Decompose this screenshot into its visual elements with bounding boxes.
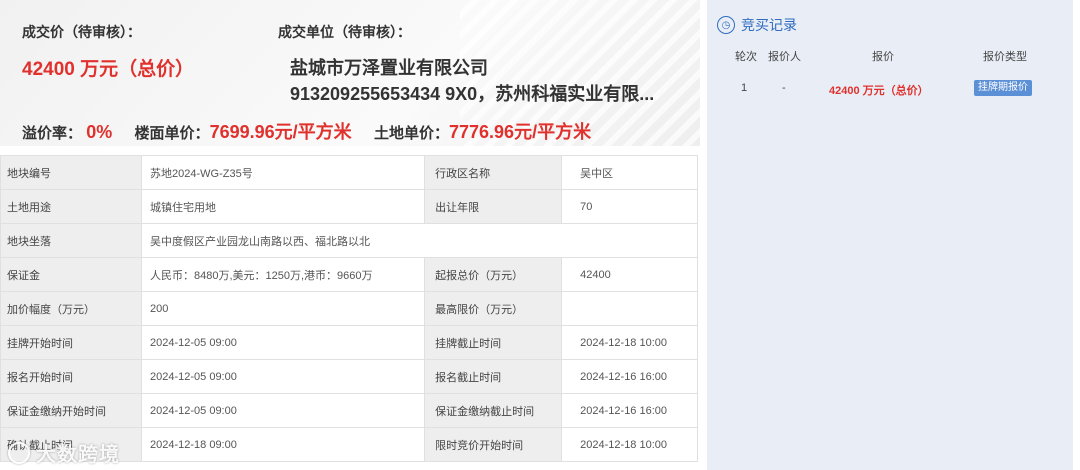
start-price-label: 起报总价（万元） <box>424 257 563 292</box>
start-price-value: 42400 <box>561 257 698 292</box>
bid-records-title-text: 竞买记录 <box>741 17 797 33</box>
floor-price-label: 楼面单价： <box>134 125 210 142</box>
district-value: 吴中区 <box>561 155 698 190</box>
deposit-end-label: 保证金缴纳截止时间 <box>424 393 563 428</box>
premium-rate-value: 0% <box>86 122 113 142</box>
listing-start-label: 挂牌开始时间 <box>0 325 142 360</box>
watermark-logo-icon <box>8 442 30 464</box>
deposit-label: 保证金 <box>0 257 142 292</box>
land-use-value: 城镇住宅用地 <box>140 189 426 224</box>
signup-start-value: 2024-12-05 09:00 <box>140 359 426 394</box>
bid-round: 1 <box>741 82 748 94</box>
premium-rate-label: 溢价率： <box>22 125 83 142</box>
deposit-end-value: 2024-12-16 16:00 <box>561 393 698 428</box>
deal-summary: 成交价（待审核）： 42400 万元（总价） 成交单位（待审核）： 盐城市万泽置… <box>0 0 700 146</box>
bid-price: 42400 万元（总价） <box>829 85 929 97</box>
watermark: 大数跨境 <box>8 438 120 467</box>
deal-price-value: 42400 万元（总价） <box>22 59 195 80</box>
deposit-start-value: 2024-12-05 09:00 <box>140 393 426 428</box>
signup-start-label: 报名开始时间 <box>0 359 142 394</box>
signup-end-label: 报名截止时间 <box>424 359 563 394</box>
table-row: 土地用途 城镇住宅用地 出让年限 70 <box>0 189 698 224</box>
winner-company-1: 盐城市万泽置业有限公司 <box>290 58 488 78</box>
table-row: 保证金 人民币：8480万,美元：1250万,港币：9660万 起报总价（万元）… <box>0 257 698 292</box>
district-label: 行政区名称 <box>424 155 563 190</box>
confirm-end-value: 2024-12-18 09:00 <box>140 427 426 462</box>
term-label: 出让年限 <box>424 189 563 224</box>
bid-records-panel: ◷ 竞买记录 轮次 报价人 报价 报价类型 1 - 42400 万元（总价） 挂… <box>707 0 1073 470</box>
col-header-bidder: 报价人 <box>768 51 801 63</box>
table-row: 地块坐落 吴中度假区产业园龙山南路以西、福北路以北 <box>0 223 698 258</box>
bid-start-label: 限时竞价开始时间 <box>424 427 563 462</box>
land-price-value: 7776.96元/平方米 <box>449 122 592 142</box>
col-header-type: 报价类型 <box>983 51 1027 63</box>
table-row: 报名开始时间 2024-12-05 09:00 报名截止时间 2024-12-1… <box>0 359 698 394</box>
col-header-round: 轮次 <box>735 51 757 63</box>
bid-type-badge: 挂牌期报价 <box>974 80 1032 96</box>
table-row: 加价幅度（万元） 200 最高限价（万元） <box>0 291 698 326</box>
location-label: 地块坐落 <box>0 223 142 258</box>
bid-start-value: 2024-12-18 10:00 <box>561 427 698 462</box>
price-metrics: 溢价率： 0% 楼面单价：7699.96元/平方米 土地单价：7776.96元/… <box>22 118 591 144</box>
bid-records-title: ◷ 竞买记录 <box>717 14 797 36</box>
table-row: 挂牌开始时间 2024-12-05 09:00 挂牌截止时间 2024-12-1… <box>0 325 698 360</box>
deal-price-label: 成交价（待审核）： <box>22 24 141 40</box>
deposit-start-label: 保证金缴纳开始时间 <box>0 393 142 428</box>
watermark-text: 大数跨境 <box>36 444 120 466</box>
increment-value: 200 <box>140 291 426 326</box>
increment-label: 加价幅度（万元） <box>0 291 142 326</box>
document-clock-icon: ◷ <box>717 16 735 34</box>
max-price-label: 最高限价（万元） <box>424 291 563 326</box>
deposit-value: 人民币：8480万,美元：1250万,港币：9660万 <box>140 257 426 292</box>
winner-label: 成交单位（待审核）： <box>278 24 411 40</box>
signup-end-value: 2024-12-16 16:00 <box>561 359 698 394</box>
bid-bidder: - <box>782 82 786 94</box>
listing-end-label: 挂牌截止时间 <box>424 325 563 360</box>
max-price-value <box>561 291 698 326</box>
term-value: 70 <box>561 189 698 224</box>
land-price-label: 土地单价： <box>373 125 449 142</box>
listing-start-value: 2024-12-05 09:00 <box>140 325 426 360</box>
plot-info-table: 地块编号 苏地2024-WG-Z35号 行政区名称 吴中区 土地用途 城镇住宅用… <box>0 155 698 462</box>
plot-no-label: 地块编号 <box>0 155 142 190</box>
location-value: 吴中度假区产业园龙山南路以西、福北路以北 <box>141 223 698 258</box>
table-row: 保证金缴纳开始时间 2024-12-05 09:00 保证金缴纳截止时间 202… <box>0 393 698 428</box>
winner-company-2: 913209255653434 9X0，苏州科福实业有限... <box>290 84 655 104</box>
table-row: 地块编号 苏地2024-WG-Z35号 行政区名称 吴中区 <box>0 155 698 190</box>
plot-no-value: 苏地2024-WG-Z35号 <box>140 155 426 190</box>
listing-end-value: 2024-12-18 10:00 <box>561 325 698 360</box>
col-header-price: 报价 <box>872 51 894 63</box>
land-use-label: 土地用途 <box>0 189 142 224</box>
floor-price-value: 7699.96元/平方米 <box>209 122 352 142</box>
